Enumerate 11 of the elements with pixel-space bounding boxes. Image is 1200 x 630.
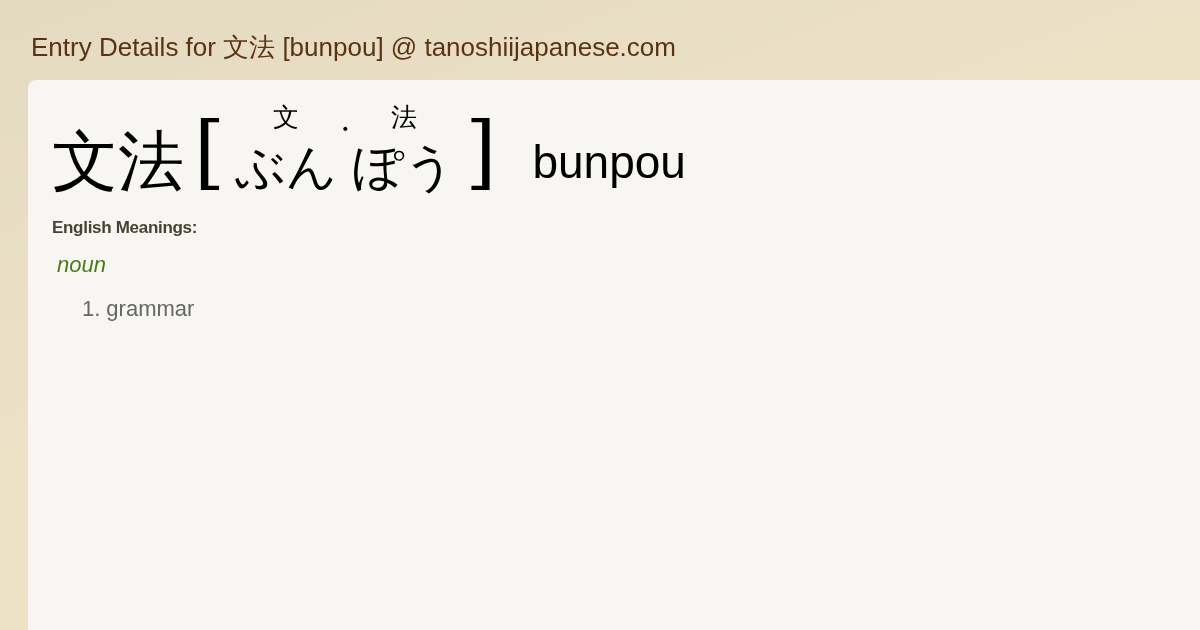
meanings-heading: English Meanings: bbox=[52, 218, 199, 238]
close-bracket: ] bbox=[465, 104, 497, 200]
romaji-reading: bunpou bbox=[532, 135, 686, 190]
meaning-text: grammar bbox=[106, 296, 195, 322]
entry-word: 文法 bbox=[52, 122, 184, 202]
ruby-kanji: 文 bbox=[273, 102, 300, 132]
part-of-speech: noun bbox=[57, 252, 107, 278]
meaning-number: 1. bbox=[82, 296, 101, 322]
open-bracket: [ bbox=[194, 104, 226, 200]
page-title: Entry Details for 文法 [bunpou] @ tanoshiijapanese.com bbox=[31, 31, 677, 64]
ruby-kanji: 法 bbox=[391, 102, 418, 132]
